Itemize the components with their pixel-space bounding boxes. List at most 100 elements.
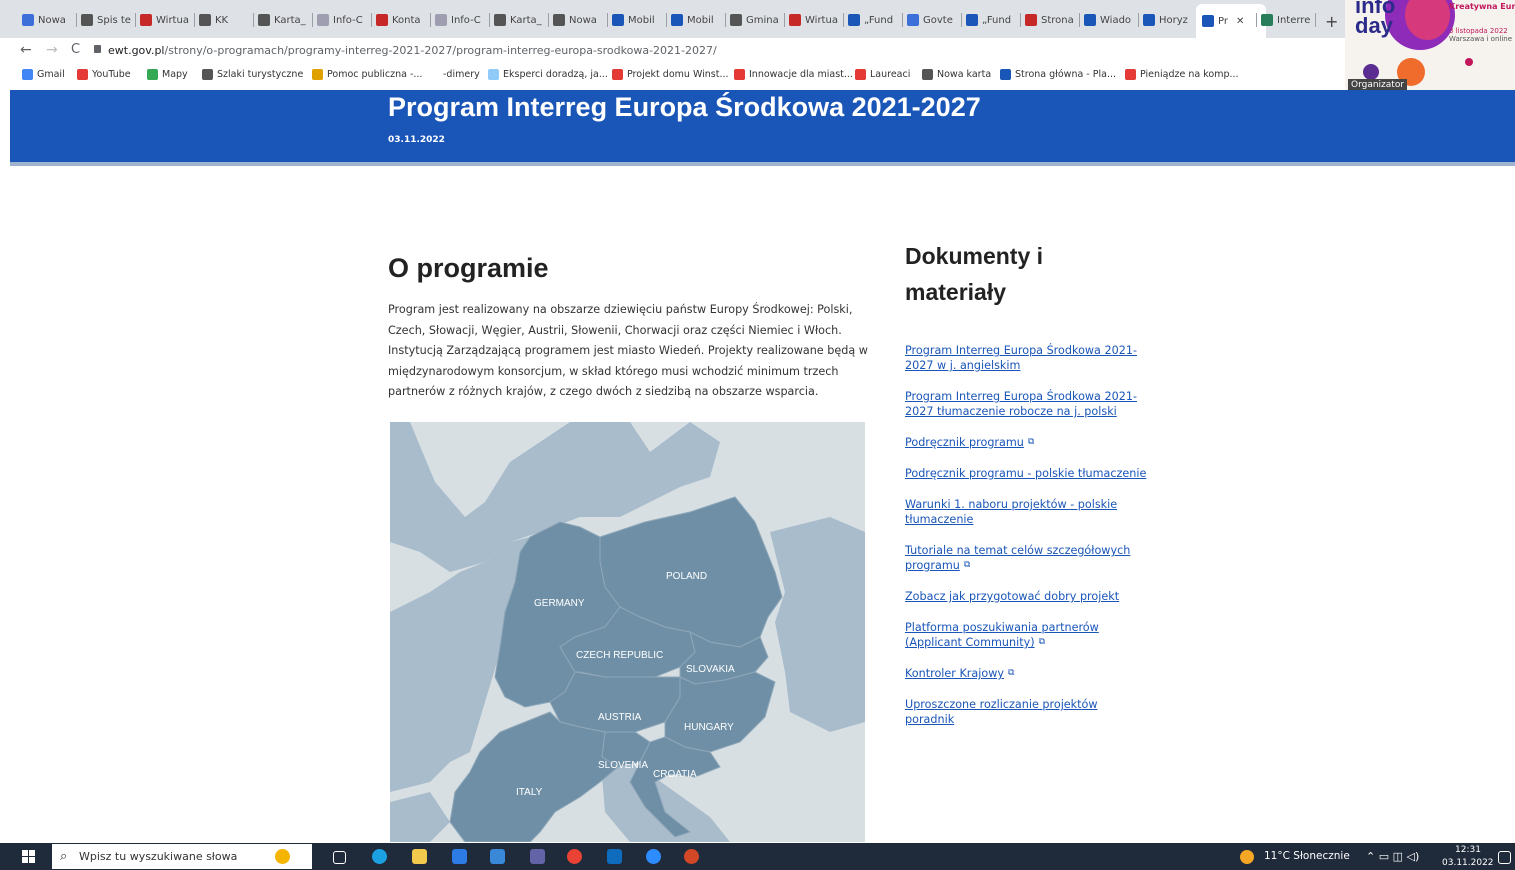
browser-tab[interactable]: Nowa — [553, 8, 603, 32]
weather-text[interactable]: 11°C Słonecznie — [1264, 850, 1350, 862]
bookmark-item[interactable]: Nowa karta — [922, 69, 991, 80]
wp-icon — [22, 14, 34, 26]
govtech-icon — [907, 14, 919, 26]
gov-icon — [376, 14, 388, 26]
external-link-icon: ⧉ — [1007, 668, 1015, 678]
browser-tab[interactable]: „Fund — [966, 8, 1016, 32]
document-link[interactable]: Warunki 1. naboru projektów - polskie tł… — [905, 497, 1150, 527]
tab-label: Mobil — [628, 14, 655, 26]
bookmark-item[interactable]: Pieniądze na komp... — [1125, 69, 1239, 80]
close-tab-icon[interactable]: ✕ — [1236, 16, 1244, 27]
bookmark-label: Pieniądze na komp... — [1140, 69, 1239, 80]
widgets-icon[interactable] — [275, 849, 290, 864]
browser-tab[interactable]: „Fund — [848, 8, 898, 32]
document-link[interactable]: Tutoriale na temat celów szczegółowych p… — [905, 543, 1150, 573]
bookmark-label: Nowa karta — [937, 69, 992, 80]
url-field[interactable]: ewt.gov.pl/strony/o-programach/programy-… — [108, 44, 717, 57]
tab-label: Mobil — [687, 14, 714, 26]
zoom-icon[interactable] — [646, 849, 661, 864]
google-icon — [22, 69, 33, 80]
document-link[interactable]: Program Interreg Europa Środkowa 2021-20… — [905, 389, 1150, 419]
ad-title: info day — [1355, 0, 1396, 38]
back-icon[interactable]: ← — [20, 42, 32, 58]
tab-separator — [548, 13, 549, 27]
browser-tab[interactable]: Strona — [1025, 8, 1075, 32]
tab-label: Pr — [1218, 15, 1228, 27]
reload-icon[interactable]: C — [71, 42, 80, 57]
tray-icons[interactable]: ⌃ ▭ ◫ ◁) — [1366, 850, 1419, 863]
new-tab-button[interactable]: + — [1325, 12, 1338, 31]
bookmark-item[interactable]: Strona główna - Pla... — [1000, 69, 1116, 80]
notifications-icon[interactable] — [1498, 851, 1511, 864]
map-label-slovenia: SLOVENIA — [598, 760, 648, 771]
outlook-icon[interactable] — [607, 849, 622, 864]
browser-tab[interactable]: Wirtua — [140, 8, 190, 32]
document-link-label: Uproszczone rozliczanie projektów poradn… — [905, 698, 1098, 726]
infoday-ad-overlay[interactable]: infoday Kreatywna Europ 3 listopada 2022… — [1345, 0, 1515, 93]
browser-tab[interactable]: Gmina — [730, 8, 780, 32]
wp-icon — [789, 14, 801, 26]
document-link[interactable]: Kontroler Krajowy ⧉ — [905, 666, 1150, 681]
browser-tab[interactable]: KK — [199, 8, 249, 32]
edge-icon[interactable] — [372, 849, 387, 864]
file-explorer-icon[interactable] — [412, 849, 427, 864]
bookmark-item[interactable]: Szlaki turystyczne — [202, 69, 303, 80]
browser-tab[interactable]: Wiado — [1084, 8, 1134, 32]
bookmark-item[interactable]: Innowacje dla miast... — [734, 69, 853, 80]
tab-label: Konta — [392, 14, 421, 26]
browser-tab[interactable]: Horyz — [1143, 8, 1193, 32]
ad-date-text: 3 listopada 2022 — [1449, 27, 1508, 35]
windows-start-icon[interactable] — [22, 850, 35, 863]
globe-icon — [258, 14, 270, 26]
bookmark-item[interactable]: -dimery — [428, 69, 480, 80]
taskbar-search-box[interactable]: ⌕ Wpisz tu wyszukiwane słowa — [52, 844, 312, 869]
document-link[interactable]: Podręcznik programu ⧉ — [905, 435, 1150, 450]
document-link-label: Program Interreg Europa Środkowa 2021-20… — [905, 344, 1137, 372]
document-link[interactable]: Platforma poszukiwania partnerów (Applic… — [905, 620, 1150, 650]
browser-tab[interactable]: Spis te — [81, 8, 131, 32]
bookmark-item[interactable]: Eksperci doradzą, ja... — [488, 69, 608, 80]
bookmark-item[interactable]: Laureaci — [855, 69, 910, 80]
tab-separator — [666, 13, 667, 27]
page-hero-banner: Program Interreg Europa Środkowa 2021-20… — [10, 90, 1515, 166]
bookmark-item[interactable]: YouTube — [77, 69, 131, 80]
pl-icon — [1000, 69, 1011, 80]
browser-tab[interactable]: Konta — [376, 8, 426, 32]
about-section: O programie Program jest realizowany na … — [388, 248, 868, 403]
teams-icon[interactable] — [530, 849, 545, 864]
browser-tab[interactable]: Wirtua — [789, 8, 839, 32]
document-link[interactable]: Program Interreg Europa Środkowa 2021-20… — [905, 343, 1150, 373]
bookmark-item[interactable]: Gmail — [22, 69, 65, 80]
clock-time[interactable]: 12:31 — [1455, 845, 1481, 855]
tab-separator — [843, 13, 844, 27]
mail-icon[interactable] — [490, 849, 505, 864]
powerpoint-icon[interactable] — [684, 849, 699, 864]
tab-separator — [371, 13, 372, 27]
store-icon[interactable] — [452, 849, 467, 864]
exclamation-icon — [312, 69, 323, 80]
clock-date[interactable]: 03.11.2022 — [1442, 858, 1494, 868]
browser-tab[interactable]: Interre — [1261, 8, 1311, 32]
publish-date: 03.11.2022 — [388, 135, 445, 145]
browser-tab[interactable]: Karta_ — [494, 8, 544, 32]
browser-tab[interactable]: Info-C — [435, 8, 485, 32]
bookmark-item[interactable]: Mapy — [147, 69, 188, 80]
chrome-icon[interactable] — [567, 849, 582, 864]
forward-icon[interactable]: → — [46, 42, 58, 58]
document-link[interactable]: Podręcznik programu - polskie tłumaczeni… — [905, 466, 1150, 481]
document-link[interactable]: Zobacz jak przygotować dobry projekt — [905, 589, 1150, 604]
task-view-icon[interactable] — [333, 851, 346, 864]
document-link[interactable]: Uproszczone rozliczanie projektów poradn… — [905, 697, 1150, 727]
tab-separator — [1256, 13, 1257, 27]
browser-tab[interactable]: Mobil — [612, 8, 662, 32]
browser-tab[interactable]: Nowa — [22, 8, 72, 32]
tab-label: KK — [215, 14, 229, 26]
ewt-icon — [1084, 14, 1096, 26]
browser-tab[interactable]: Karta_ — [258, 8, 308, 32]
browser-tab[interactable]: Info-C — [317, 8, 367, 32]
browser-tab[interactable]: Mobil — [671, 8, 721, 32]
document-link-label: Tutoriale na temat celów szczegółowych p… — [905, 544, 1131, 572]
bookmark-item[interactable]: Pomoc publiczna -... — [312, 69, 422, 80]
bookmark-item[interactable]: Projekt domu Winst... — [612, 69, 729, 80]
browser-tab[interactable]: Govte — [907, 8, 957, 32]
